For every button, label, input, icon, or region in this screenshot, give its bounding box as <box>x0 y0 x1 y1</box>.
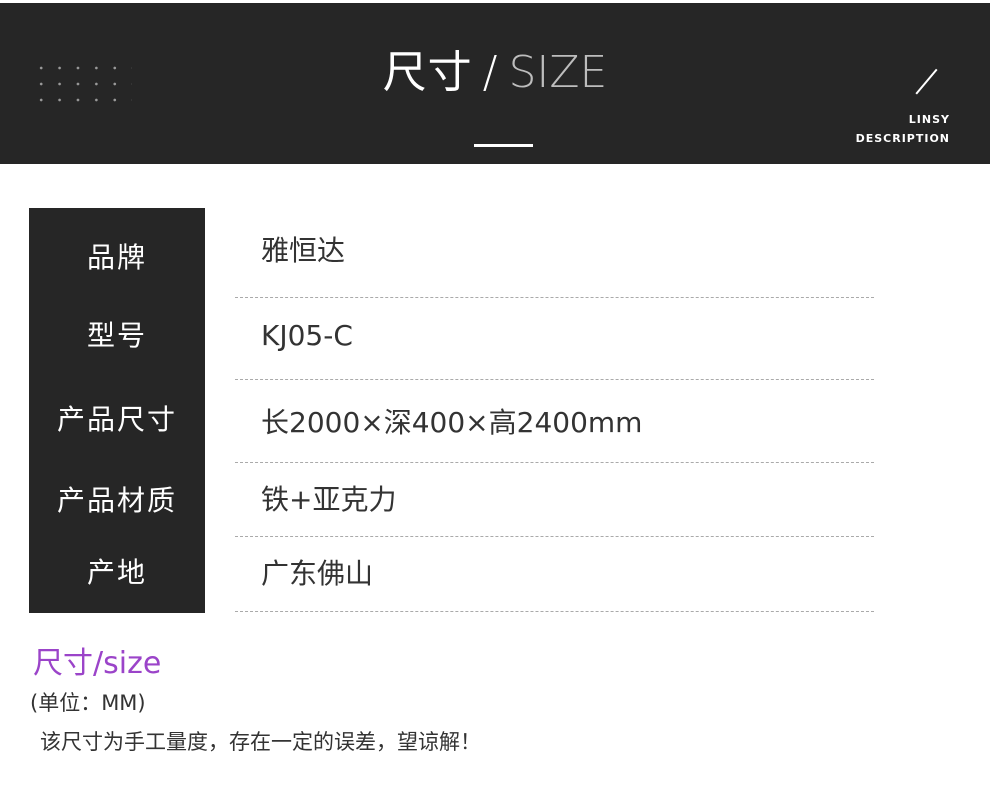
spec-label-dimensions: 产品尺寸 <box>56 403 177 436</box>
spec-value-dimensions: 长2000×深400×高2400mm <box>261 406 643 439</box>
brand-caption-line2: DESCRIPTION <box>855 132 950 145</box>
row-divider <box>235 462 874 463</box>
title-underline <box>474 144 533 147</box>
row-divider <box>235 611 874 612</box>
size-unit-text: (单位：MM) <box>30 691 146 715</box>
size-section-heading: 尺寸/size <box>33 646 162 681</box>
spec-value-model: KJ05-C <box>261 319 353 352</box>
spec-label-origin: 产地 <box>86 556 147 589</box>
spec-label-column: 品牌 型号 产品尺寸 产品材质 产地 <box>29 208 205 613</box>
spec-label-material: 产品材质 <box>56 484 177 517</box>
title-chinese: 尺寸 <box>382 47 473 98</box>
page-title: 尺寸 / SIZE <box>0 41 990 105</box>
row-divider <box>235 536 874 537</box>
spec-label-model: 型号 <box>86 319 147 352</box>
header-banner: 尺寸 / SIZE LINSY DESCRIPTION <box>0 3 990 164</box>
title-separator: / <box>482 47 499 98</box>
spec-value-brand: 雅恒达 <box>261 234 346 267</box>
brand-caption-line1: LINSY <box>908 113 950 126</box>
spec-value-material: 铁+亚克力 <box>261 483 397 516</box>
row-divider <box>235 379 874 380</box>
size-disclaimer-text: 该尺寸为手工量度，存在一定的误差，望谅解！ <box>40 730 481 754</box>
spec-label-brand: 品牌 <box>86 241 147 274</box>
row-divider <box>235 297 874 298</box>
brand-caption: LINSY DESCRIPTION <box>856 110 950 148</box>
spec-value-origin: 广东佛山 <box>261 557 374 590</box>
title-english: SIZE <box>508 47 608 98</box>
